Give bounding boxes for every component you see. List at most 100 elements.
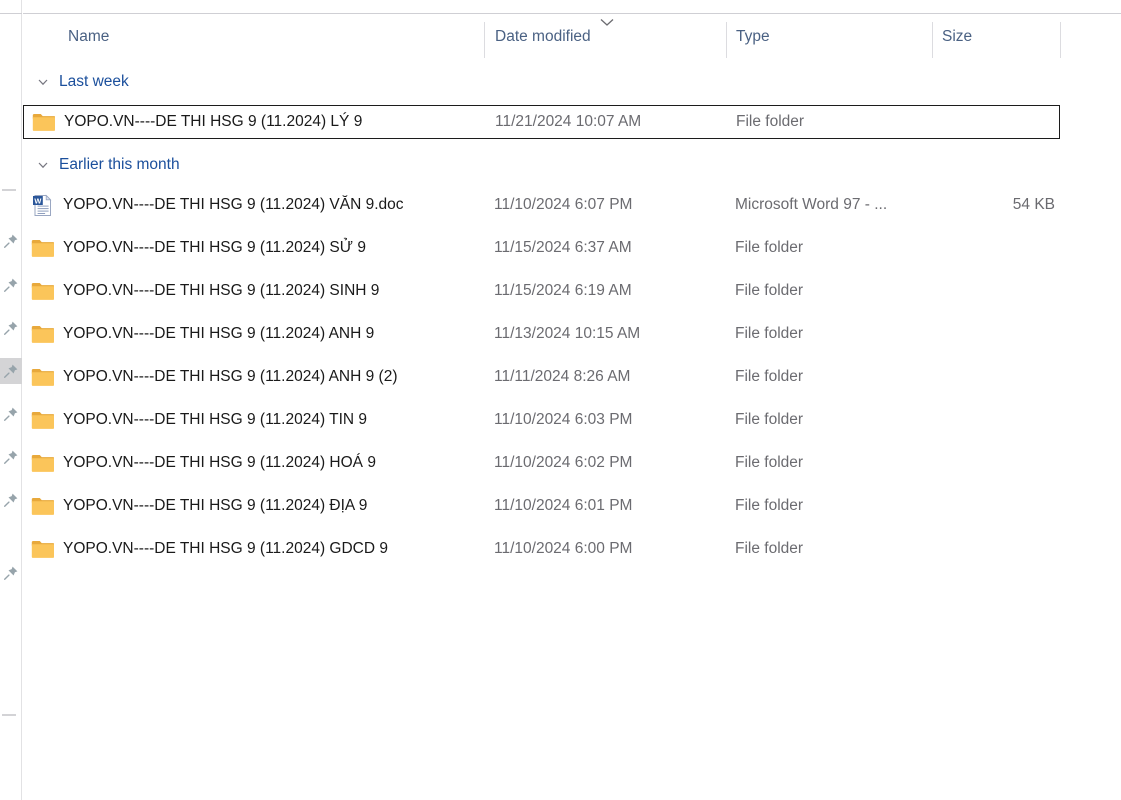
folder-icon (31, 368, 54, 386)
file-icon (30, 408, 54, 432)
table-row[interactable]: YOPO.VN----DE THI HSG 9 (11.2024) ĐỊA 9 1… (23, 489, 1060, 523)
size-cell (883, 360, 1055, 394)
table-row[interactable]: YOPO.VN----DE THI HSG 9 (11.2024) ANH 9 … (23, 360, 1060, 394)
file-name-cell: YOPO.VN----DE THI HSG 9 (11.2024) LÝ 9 (31, 106, 362, 138)
type-cell: File folder (735, 454, 804, 471)
rail-pin-0[interactable] (0, 228, 22, 254)
file-icon (30, 494, 54, 518)
file-name-label: YOPO.VN----DE THI HSG 9 (11.2024) ANH 9 (63, 325, 375, 342)
top-divider-left (0, 13, 22, 14)
group-header[interactable]: Last week (23, 68, 129, 96)
file-icon (30, 322, 54, 346)
file-name-label: YOPO.VN----DE THI HSG 9 (11.2024) LÝ 9 (64, 113, 363, 130)
rail-pin-6[interactable] (0, 487, 22, 513)
column-header-type[interactable]: Type (736, 14, 932, 60)
folder-icon (31, 239, 54, 257)
group-header-label: Last week (59, 73, 129, 90)
pin-icon (4, 493, 18, 507)
file-icon: W (30, 193, 54, 217)
table-row[interactable]: YOPO.VN----DE THI HSG 9 (11.2024) HOÁ 9 1… (23, 446, 1060, 480)
file-icon (30, 279, 54, 303)
type-cell: File folder (735, 497, 804, 514)
folder-icon (31, 411, 54, 429)
table-row[interactable]: YOPO.VN----DE THI HSG 9 (11.2024) TIN 9 1… (23, 403, 1060, 437)
rail-pin-5[interactable] (0, 444, 22, 470)
folder-icon (31, 325, 54, 343)
rail-pin-1[interactable] (0, 272, 22, 298)
size-cell (883, 446, 1055, 480)
column-header-date-modified-label: Date modified (495, 28, 591, 45)
file-name-label: YOPO.VN----DE THI HSG 9 (11.2024) HOÁ 9 (63, 454, 376, 471)
column-header-size[interactable]: Size (942, 14, 1060, 60)
chevron-down-icon (38, 162, 48, 169)
pin-icon (4, 566, 18, 580)
type-cell: File folder (735, 411, 804, 428)
size-cell (883, 274, 1055, 308)
date-modified-cell: 11/10/2024 6:02 PM (494, 454, 633, 471)
size-cell (883, 403, 1055, 437)
left-rail (0, 0, 22, 800)
type-cell: File folder (735, 239, 804, 256)
date-modified-cell: 11/21/2024 10:07 AM (495, 113, 642, 130)
rail-pin-2[interactable] (0, 315, 22, 341)
date-modified-cell: 11/10/2024 6:03 PM (494, 411, 633, 428)
word-document-icon: W (32, 194, 51, 216)
type-cell: Microsoft Word 97 - ... (735, 196, 888, 213)
column-header-type-label: Type (736, 28, 770, 45)
rail-divider-1 (2, 714, 16, 716)
file-name-label: YOPO.VN----DE THI HSG 9 (11.2024) GDCD 9 (63, 540, 389, 557)
pin-icon (4, 234, 18, 248)
table-row[interactable]: YOPO.VN----DE THI HSG 9 (11.2024) ANH 9 1… (23, 317, 1060, 351)
file-name-cell: YOPO.VN----DE THI HSG 9 (11.2024) HOÁ 9 (30, 446, 376, 480)
file-name-cell: YOPO.VN----DE THI HSG 9 (11.2024) ĐỊA 9 (30, 489, 367, 523)
file-name-label: YOPO.VN----DE THI HSG 9 (11.2024) ANH 9 … (63, 368, 398, 385)
column-header-name[interactable]: Name (68, 14, 483, 60)
pin-icon (4, 364, 18, 378)
date-modified-cell: 11/11/2024 8:26 AM (494, 368, 631, 385)
type-cell: File folder (736, 113, 805, 130)
column-resize-handle-name[interactable] (484, 22, 485, 58)
size-cell (884, 106, 1056, 138)
rail-pin-3[interactable] (0, 358, 22, 384)
file-name-cell: YOPO.VN----DE THI HSG 9 (11.2024) SỬ 9 (30, 231, 366, 265)
column-header-name-label: Name (68, 28, 110, 45)
type-cell: File folder (735, 325, 804, 342)
type-cell: File folder (735, 368, 804, 385)
file-name-cell: YOPO.VN----DE THI HSG 9 (11.2024) SINH 9 (30, 274, 379, 308)
file-icon (30, 236, 54, 260)
file-name-cell: YOPO.VN----DE THI HSG 9 (11.2024) GDCD 9 (30, 532, 388, 566)
file-name-label: YOPO.VN----DE THI HSG 9 (11.2024) VĂN 9.… (63, 196, 404, 213)
pin-icon (4, 321, 18, 335)
size-cell: 54 KB (1012, 196, 1055, 213)
size-cell (883, 231, 1055, 265)
table-row[interactable]: YOPO.VN----DE THI HSG 9 (11.2024) LÝ 9 11… (23, 105, 1060, 139)
table-row[interactable]: YOPO.VN----DE THI HSG 9 (11.2024) GDCD 9… (23, 532, 1060, 566)
size-cell (883, 489, 1055, 523)
type-cell: File folder (735, 282, 804, 299)
table-row[interactable]: YOPO.VN----DE THI HSG 9 (11.2024) SINH 9… (23, 274, 1060, 308)
file-name-cell: YOPO.VN----DE THI HSG 9 (11.2024) TIN 9 (30, 403, 367, 437)
group-header[interactable]: Earlier this month (23, 151, 180, 179)
pin-icon (4, 450, 18, 464)
column-resize-handle-size[interactable] (1060, 22, 1061, 58)
file-name-label: YOPO.VN----DE THI HSG 9 (11.2024) SINH 9 (63, 282, 380, 299)
table-row[interactable]: W YOPO.VN----DE THI HSG 9 (11.2024) VĂN 9… (23, 188, 1060, 222)
file-name-cell: W YOPO.VN----DE THI HSG 9 (11.2024) VĂN 9… (30, 188, 404, 222)
chevron-down-icon (38, 79, 48, 86)
file-name-label: YOPO.VN----DE THI HSG 9 (11.2024) SỬ 9 (63, 239, 366, 256)
folder-icon (31, 540, 54, 558)
file-icon (30, 537, 54, 561)
file-name-cell: YOPO.VN----DE THI HSG 9 (11.2024) ANH 9 (30, 317, 374, 351)
size-cell (883, 317, 1055, 351)
file-name-label: YOPO.VN----DE THI HSG 9 (11.2024) ĐỊA 9 (63, 497, 368, 514)
date-modified-cell: 11/15/2024 6:37 AM (494, 239, 632, 256)
table-row[interactable]: YOPO.VN----DE THI HSG 9 (11.2024) SỬ 9 11… (23, 231, 1060, 265)
column-resize-handle-date-modified[interactable] (726, 22, 727, 58)
column-resize-handle-type[interactable] (932, 22, 933, 58)
size-cell (883, 532, 1055, 566)
rail-divider-0 (2, 189, 16, 191)
rail-pin-4[interactable] (0, 401, 22, 427)
rail-pin-7[interactable] (0, 560, 22, 586)
pin-icon (4, 278, 18, 292)
date-modified-cell: 11/15/2024 6:19 AM (494, 282, 632, 299)
